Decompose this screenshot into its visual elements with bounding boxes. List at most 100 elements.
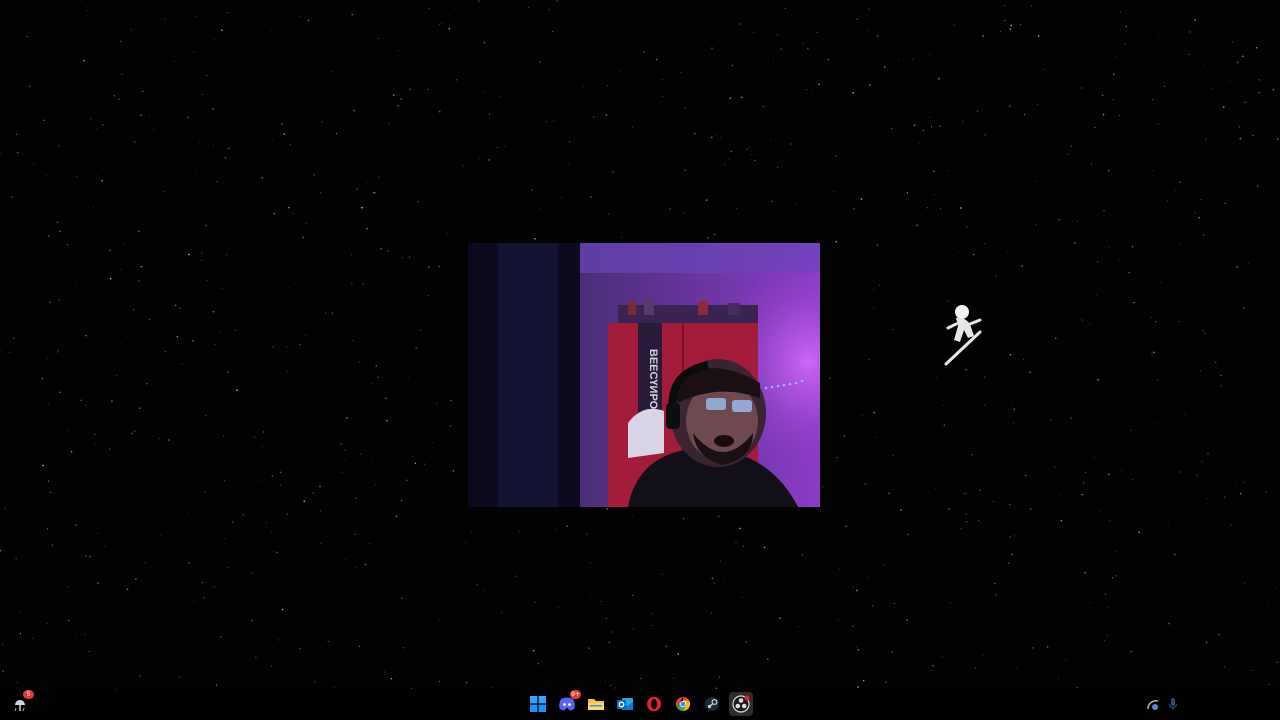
star xyxy=(47,235,50,237)
star xyxy=(979,489,981,492)
outlook-button[interactable] xyxy=(613,692,637,716)
star xyxy=(1275,588,1278,590)
star xyxy=(75,284,76,286)
chrome-button[interactable] xyxy=(671,692,695,716)
star xyxy=(835,240,838,243)
star xyxy=(232,521,234,523)
star xyxy=(1044,69,1046,70)
star xyxy=(1060,520,1063,522)
start-button[interactable] xyxy=(526,692,550,716)
star xyxy=(220,636,222,638)
star xyxy=(531,189,533,191)
star xyxy=(504,145,506,147)
star xyxy=(543,594,545,595)
star xyxy=(607,213,610,215)
star xyxy=(455,78,458,81)
star xyxy=(45,174,47,176)
star xyxy=(338,546,340,547)
star xyxy=(1178,320,1181,323)
star xyxy=(212,310,215,313)
star xyxy=(236,389,238,391)
star xyxy=(953,24,955,26)
star xyxy=(1188,31,1191,33)
star xyxy=(1265,491,1267,494)
star xyxy=(1162,353,1164,355)
star xyxy=(1211,88,1214,90)
star xyxy=(390,678,393,680)
star xyxy=(929,54,931,56)
star xyxy=(589,594,591,596)
star xyxy=(213,38,215,40)
obs-icon xyxy=(732,695,750,713)
star xyxy=(227,371,229,374)
star xyxy=(173,60,175,62)
star xyxy=(962,120,964,122)
star xyxy=(892,329,894,331)
star xyxy=(769,106,771,107)
star xyxy=(102,168,104,170)
star xyxy=(1096,525,1097,526)
star xyxy=(1220,374,1222,377)
webcam-feed: ВЕЕСҮИРОИ xyxy=(468,243,820,507)
star xyxy=(119,40,122,43)
star xyxy=(137,199,139,201)
star xyxy=(986,134,988,136)
obs-studio-button[interactable] xyxy=(729,692,753,716)
star xyxy=(1050,418,1052,421)
star xyxy=(561,196,563,199)
star xyxy=(861,389,863,390)
star xyxy=(1244,101,1246,104)
star xyxy=(242,514,245,516)
star xyxy=(148,115,151,117)
star xyxy=(801,554,804,556)
opera-button[interactable] xyxy=(642,692,666,716)
star xyxy=(86,10,88,12)
star xyxy=(876,244,879,246)
star xyxy=(189,603,191,605)
network-icon[interactable] xyxy=(1146,697,1160,711)
star xyxy=(713,233,716,236)
star xyxy=(454,8,455,9)
star xyxy=(972,253,975,256)
star xyxy=(2,670,4,672)
taskbar: 5 9+ xyxy=(0,688,1280,720)
star xyxy=(1151,317,1152,318)
star xyxy=(401,597,403,599)
star xyxy=(673,677,675,679)
steam-button[interactable] xyxy=(700,692,724,716)
discord-button[interactable]: 9+ xyxy=(555,690,581,716)
star xyxy=(192,340,194,342)
star xyxy=(912,58,914,60)
star xyxy=(83,59,85,62)
star xyxy=(430,337,431,339)
star xyxy=(705,199,708,201)
star xyxy=(833,191,835,192)
star xyxy=(130,29,132,31)
star xyxy=(206,75,208,77)
star xyxy=(838,568,840,570)
microphone-icon[interactable] xyxy=(1168,697,1178,711)
star xyxy=(965,492,967,494)
star xyxy=(493,633,494,635)
star xyxy=(225,254,228,256)
star xyxy=(1087,125,1089,127)
weather-widget[interactable]: 5 xyxy=(10,690,34,714)
star xyxy=(1194,19,1196,21)
star xyxy=(15,558,17,560)
star xyxy=(46,528,49,530)
star xyxy=(251,572,253,574)
star xyxy=(465,681,468,684)
star xyxy=(302,236,304,239)
star xyxy=(1,643,4,646)
star xyxy=(926,207,928,209)
star xyxy=(1255,46,1258,49)
star xyxy=(1155,321,1157,323)
star xyxy=(1257,407,1259,409)
star xyxy=(938,77,940,80)
star xyxy=(1013,535,1015,537)
star xyxy=(853,208,855,210)
star xyxy=(18,611,20,613)
star xyxy=(1030,5,1033,7)
file-explorer-button[interactable] xyxy=(584,692,608,716)
star xyxy=(906,622,908,624)
